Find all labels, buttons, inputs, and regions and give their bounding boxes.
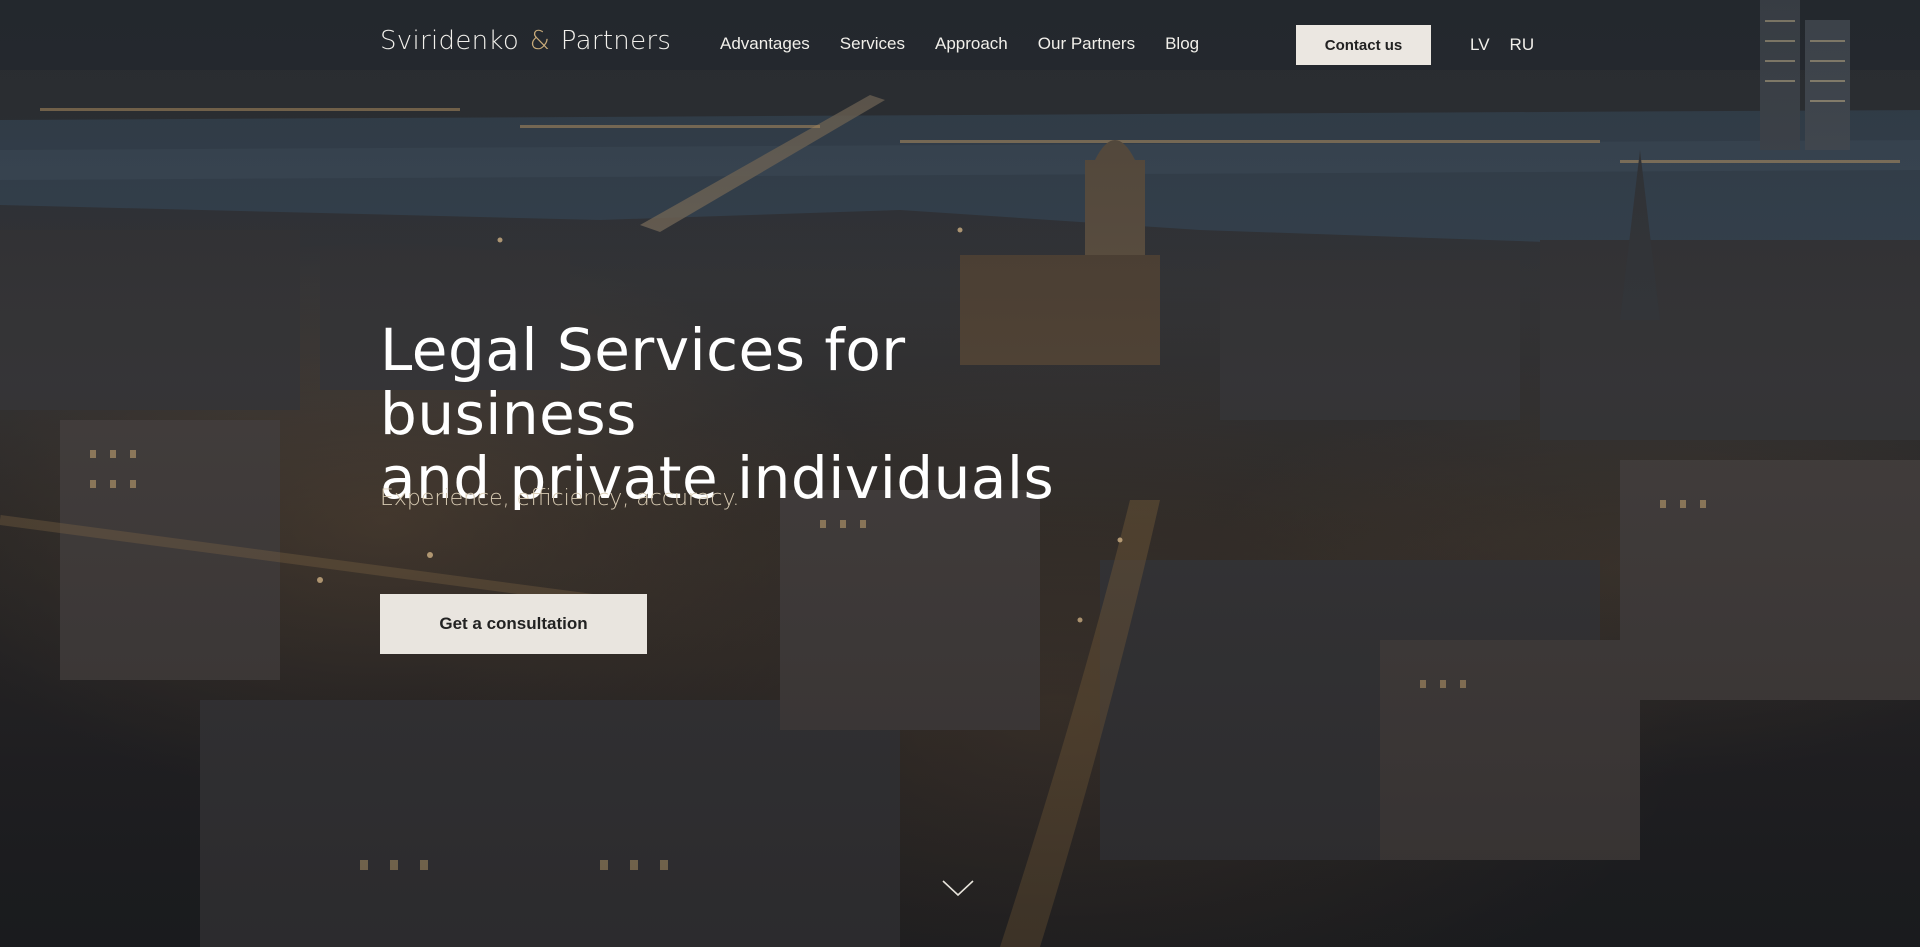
hero-title-line-1: Legal Services for business	[380, 316, 906, 448]
nav-item-services[interactable]: Services	[840, 34, 905, 54]
contact-us-button[interactable]: Contact us	[1296, 25, 1431, 65]
nav-item-our-partners[interactable]: Our Partners	[1038, 34, 1135, 54]
nav-item-blog[interactable]: Blog	[1165, 34, 1199, 54]
hero-title: Legal Services for business and private …	[380, 318, 1140, 510]
language-option-ru[interactable]: RU	[1510, 35, 1535, 55]
logo-text-secondary: Partners	[560, 26, 672, 56]
hero-subtitle: Experience, efficiency, accuracy.	[380, 486, 740, 511]
get-consultation-button[interactable]: Get a consultation	[380, 594, 647, 654]
scroll-chevron-graphic	[942, 880, 974, 897]
site-header: Sviridenko & Partners Advantages Service…	[0, 0, 1920, 90]
main-navigation: Advantages Services Approach Our Partner…	[720, 34, 1229, 54]
logo-text-primary: Sviridenko	[380, 26, 520, 56]
site-logo[interactable]: Sviridenko & Partners	[380, 26, 671, 56]
logo-ampersand: &	[529, 26, 551, 56]
chevron-down-icon[interactable]	[940, 876, 976, 900]
language-option-lv[interactable]: LV	[1470, 35, 1490, 55]
nav-item-approach[interactable]: Approach	[935, 34, 1008, 54]
nav-item-advantages[interactable]: Advantages	[720, 34, 810, 54]
language-switcher: LV RU	[1470, 35, 1554, 55]
